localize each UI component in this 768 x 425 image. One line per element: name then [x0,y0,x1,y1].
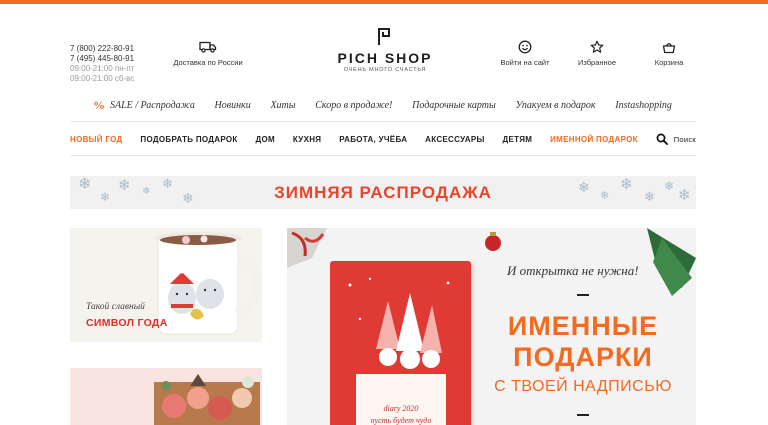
gift-box-image [154,374,260,425]
nav-instashopping[interactable]: Instashopping [615,100,672,111]
symbol-of-year-tile[interactable]: Такой славный СИМВОЛ ГОДА [70,228,262,342]
search-button[interactable]: Поиск [656,133,696,145]
percent-icon: % [93,98,105,112]
nav-home[interactable]: ДОМ [256,135,276,144]
logo-mark-icon [378,28,390,45]
banner-title: ЗИМНЯЯ РАСПРОДАЖА [274,183,492,202]
phone-2[interactable]: 7 (495) 445-80-91 [70,54,134,64]
cart-label: Корзина [654,58,684,67]
nav-sale-label: SALE / Распродажа [110,100,195,111]
nav-gift-cards[interactable]: Подарочные карты [412,100,496,111]
delivery-link[interactable]: Доставка по России [168,39,248,67]
notebook-card: diary 2020 пусть будет чудо [356,374,446,425]
nav-choose-gift[interactable]: ПОДОБРАТЬ ПОДАРОК [140,135,237,144]
nav-accessories[interactable]: АКСЕССУАРЫ [425,135,484,144]
hours-weekdays: 09:00-21:00 пн-пт [70,64,135,73]
gnomes-illustration [348,277,450,369]
tile-symbol-line2: СИМВОЛ ГОДА [86,317,168,329]
nav-kids[interactable]: ДЕТЯМ [503,135,533,144]
tile-symbol-line1: Такой славный [86,302,145,312]
nav-new[interactable]: Новинки [215,100,251,111]
promo-line2: ПОДАРКИ [513,342,653,372]
nav-coming-soon[interactable]: Скоро в продаже! [315,100,392,111]
nav-named-gift[interactable]: ИМЕННОЙ ПОДАРОК [550,135,638,144]
cart-link[interactable]: Корзина [629,39,709,67]
promo-note: И открытка не нужна! [507,263,639,278]
promo-line1: ИМЕННЫЕ [507,311,659,341]
nav-hits[interactable]: Хиты [270,100,295,111]
gift-box-tile[interactable] [70,368,262,425]
promo-dash-bottom [577,414,589,416]
delivery-label: Доставка по России [173,58,243,67]
notebook-image: diary 2020 пусть будет чудо [330,261,471,425]
book-line1: diary 2020 [383,404,419,413]
basket-icon [662,42,676,53]
smiley-icon [518,40,532,54]
promo-line3: С ТВОЕЙ НАДПИСЬЮ [494,378,672,395]
main-nav: НОВЫЙ ГОД ПОДОБРАТЬ ПОДАРОК ДОМ КУХНЯ РА… [70,133,696,145]
nav-work-study[interactable]: РАБОТА, УЧЁБА [339,135,407,144]
logo-tagline: ОЧЕНЬ МНОГО СЧАСТЬЯ [343,67,427,73]
phone-1[interactable]: 7 (800) 222-80-91 [70,44,134,54]
truck-icon [199,41,217,53]
top-accent-bar [0,0,768,4]
search-icon [656,133,668,145]
favorites-link[interactable]: Избранное [557,39,637,67]
login-link[interactable]: Войти на сайт [485,39,565,67]
nav-divider-bottom [70,155,696,156]
promo-dash-top [577,294,589,296]
site-logo[interactable]: PICH SHOP ОЧЕНЬ МНОГО СЧАСТЬЯ [330,26,440,73]
winter-sale-banner[interactable]: ❄ ❄ ❄ ❄ ❄ ❄ ❄ ❄ ❄ ❄ ❄ ❄ ЗИМНЯЯ РАСПРОДАЖ… [70,176,696,209]
search-label: Поиск [673,134,696,144]
nav-divider-top [70,121,696,122]
nav-gift-wrap[interactable]: Упакуем в подарок [515,100,595,111]
favorites-label: Избранное [577,58,616,67]
login-label: Войти на сайт [500,58,550,67]
star-icon [590,40,604,53]
hours-weekend: 09:00-21:00 сб-вс [70,74,135,83]
secondary-nav: % SALE / Распродажа Новинки Хиты Скоро в… [93,98,672,113]
nav-new-year[interactable]: НОВЫЙ ГОД [70,135,123,144]
contact-phones: 7 (800) 222-80-91 7 (495) 445-80-91 09:0… [70,44,134,84]
book-line2: пусть будет чудо [370,416,432,425]
logo-brand: PICH SHOP [337,50,433,66]
nav-kitchen[interactable]: КУХНЯ [293,135,321,144]
named-gifts-promo[interactable]: diary 2020 пусть будет чудо И открытка н… [287,228,696,425]
nav-sale[interactable]: % SALE / Распродажа [93,98,195,113]
